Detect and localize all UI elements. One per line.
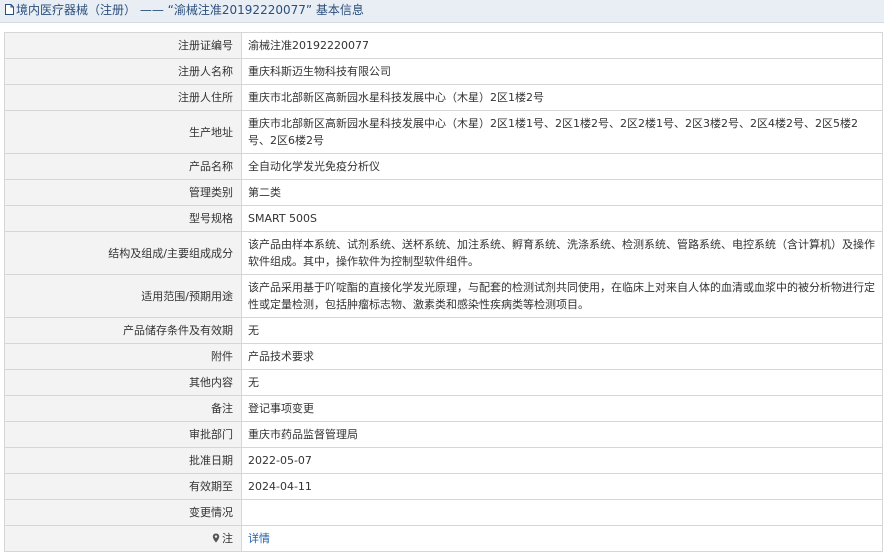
row-label: 适用范围/预期用途 (4, 274, 242, 318)
row-value: 重庆市北部新区高新园水星科技发展中心（木星）2区1楼2号 (241, 84, 883, 111)
table-row: 注册证编号 渝械注准20192220077 (4, 32, 883, 59)
row-label: 注册人名称 (4, 58, 242, 85)
row-label: 审批部门 (4, 421, 242, 448)
row-value: 重庆科斯迈生物科技有限公司 (241, 58, 883, 85)
row-label: 生产地址 (4, 110, 242, 154)
row-value: 渝械注准20192220077 (241, 32, 883, 59)
page-title-separator: —— (139, 3, 164, 17)
row-label: 其他内容 (4, 369, 242, 396)
row-value: 该产品由样本系统、试剂系统、送杯系统、加注系统、孵育系统、洗涤系统、检测系统、管… (241, 231, 883, 275)
row-label: 产品名称 (4, 153, 242, 180)
table-row: 批准日期 2022-05-07 (4, 447, 883, 474)
page-title-reg-number: “渝械注准20192220077” (167, 3, 313, 17)
page-title-bar: 境内医疗器械（注册） —— “渝械注准20192220077” 基本信息 (0, 0, 884, 23)
info-table: 注册证编号 渝械注准20192220077 注册人名称 重庆科斯迈生物科技有限公… (4, 32, 883, 552)
table-row: 审批部门 重庆市药品监督管理局 (4, 421, 883, 448)
row-value: 2022-05-07 (241, 447, 883, 474)
table-row: 备注 登记事项变更 (4, 395, 883, 422)
row-value: 登记事项变更 (241, 395, 883, 422)
row-value: 第二类 (241, 179, 883, 206)
info-table-container: 注册证编号 渝械注准20192220077 注册人名称 重庆科斯迈生物科技有限公… (4, 32, 883, 552)
row-value: 2024-04-11 (241, 473, 883, 500)
document-icon (4, 1, 15, 15)
row-value: 重庆市药品监督管理局 (241, 421, 883, 448)
row-label: 型号规格 (4, 205, 242, 232)
row-value: 该产品采用基于吖啶酯的直接化学发光原理，与配套的检测试剂共同使用，在临床上对来自… (241, 274, 883, 318)
row-value: 重庆市北部新区高新园水星科技发展中心（木星）2区1楼1号、2区1楼2号、2区2楼… (241, 110, 883, 154)
row-value: SMART 500S (241, 205, 883, 232)
row-label: 备注 (4, 395, 242, 422)
note-label-cell: 注 (4, 525, 242, 552)
location-pin-icon (212, 531, 220, 543)
table-row: 有效期至 2024-04-11 (4, 473, 883, 500)
note-label: 注 (222, 532, 233, 545)
table-row: 产品名称 全自动化学发光免疫分析仪 (4, 153, 883, 180)
row-label: 注册证编号 (4, 32, 242, 59)
table-row: 其他内容 无 (4, 369, 883, 396)
table-row: 产品储存条件及有效期 无 (4, 317, 883, 344)
row-value: 产品技术要求 (241, 343, 883, 370)
row-label: 附件 (4, 343, 242, 370)
row-value (241, 499, 883, 526)
row-label: 管理类别 (4, 179, 242, 206)
table-row: 生产地址 重庆市北部新区高新园水星科技发展中心（木星）2区1楼1号、2区1楼2号… (4, 110, 883, 154)
table-row: 型号规格 SMART 500S (4, 205, 883, 232)
row-value: 无 (241, 369, 883, 396)
table-row: 附件 产品技术要求 (4, 343, 883, 370)
row-label: 有效期至 (4, 473, 242, 500)
row-value: 全自动化学发光免疫分析仪 (241, 153, 883, 180)
table-row: 适用范围/预期用途 该产品采用基于吖啶酯的直接化学发光原理，与配套的检测试剂共同… (4, 274, 883, 318)
row-label: 变更情况 (4, 499, 242, 526)
row-label: 批准日期 (4, 447, 242, 474)
table-row: 注册人名称 重庆科斯迈生物科技有限公司 (4, 58, 883, 85)
table-row: 结构及组成/主要组成成分 该产品由样本系统、试剂系统、送杯系统、加注系统、孵育系… (4, 231, 883, 275)
table-row: 管理类别 第二类 (4, 179, 883, 206)
page-title-suffix: 基本信息 (315, 3, 364, 17)
page-title-prefix: 境内医疗器械（注册） (16, 3, 137, 17)
row-value: 无 (241, 317, 883, 344)
details-link[interactable]: 详情 (248, 532, 270, 545)
row-label: 结构及组成/主要组成成分 (4, 231, 242, 275)
row-label: 产品储存条件及有效期 (4, 317, 242, 344)
table-row: 注册人住所 重庆市北部新区高新园水星科技发展中心（木星）2区1楼2号 (4, 84, 883, 111)
note-row: 注 详情 (4, 525, 883, 552)
row-label: 注册人住所 (4, 84, 242, 111)
note-value-cell: 详情 (241, 525, 883, 552)
table-row: 变更情况 (4, 499, 883, 526)
